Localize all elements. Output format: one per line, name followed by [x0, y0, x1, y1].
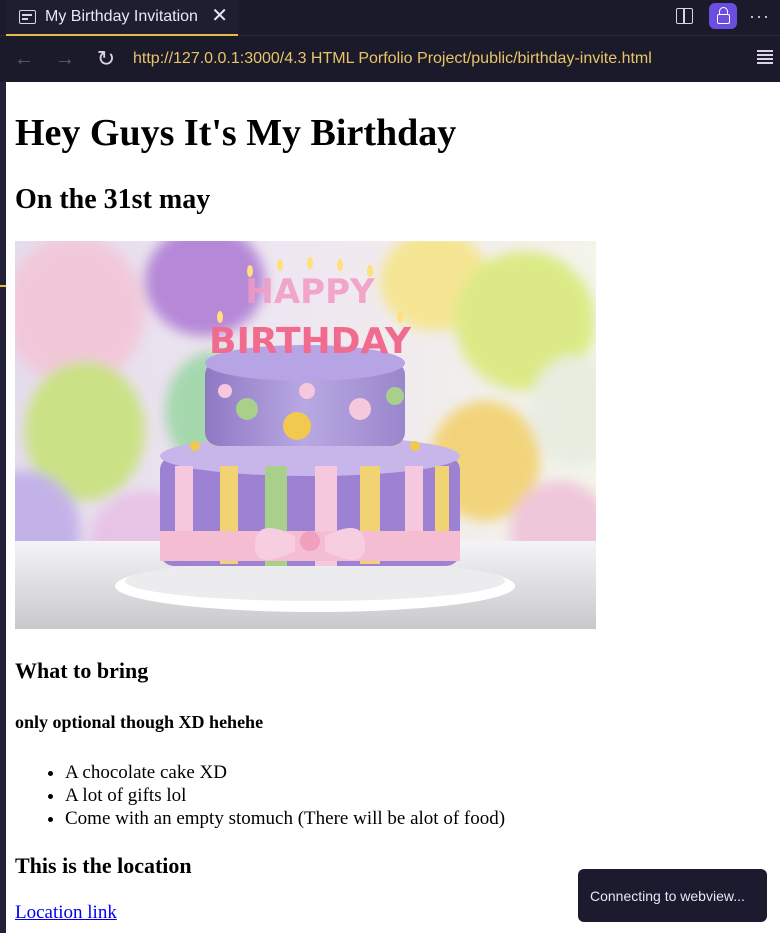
split-editor-icon[interactable] [676, 8, 694, 24]
location-link[interactable]: Location link [15, 902, 117, 924]
connecting-toast: Connecting to webview... [578, 869, 767, 922]
lock-button[interactable] [709, 3, 738, 29]
svg-text:BIRTHDAY: BIRTHDAY [209, 321, 412, 362]
webview: Hey Guys It's My Birthday On the 31st ma… [6, 82, 780, 933]
svg-text:HAPPY: HAPPY [245, 272, 375, 312]
address-bar: ← → ↻ http://127.0.0.1:3000/4.3 HTML Por… [0, 36, 780, 82]
back-arrow-icon[interactable]: ← [13, 48, 35, 71]
more-actions-icon[interactable]: ··· [749, 6, 770, 27]
location-heading: This is the location [15, 853, 192, 878]
list-item: Come with an empty stomuch (There will b… [65, 807, 505, 830]
date-heading: On the 31st may [15, 184, 211, 215]
list-item: A chocolate cake XD [65, 761, 505, 784]
toolbar-actions: ··· [676, 2, 770, 30]
bring-heading: What to bring [15, 658, 149, 683]
menu-icon[interactable] [757, 50, 773, 64]
tab-bar: My Birthday Invitation ✕ ··· [0, 0, 780, 36]
bring-note: only optional though XD hehehe [15, 712, 264, 732]
preview-icon [19, 10, 36, 24]
birthday-cake-image: HAPPY BIRTHDAY [15, 241, 596, 629]
tab-birthday-invitation[interactable]: My Birthday Invitation ✕ [6, 0, 238, 36]
forward-arrow-icon[interactable]: → [54, 48, 76, 71]
lock-icon [716, 6, 730, 24]
close-icon[interactable]: ✕ [211, 6, 228, 26]
url-field[interactable]: http://127.0.0.1:3000/4.3 HTML Porfolio … [133, 50, 652, 68]
page-heading: Hey Guys It's My Birthday [15, 112, 457, 154]
list-item: A lot of gifts lol [65, 784, 505, 807]
bring-list: A chocolate cake XD A lot of gifts lol C… [65, 761, 505, 830]
tab-title: My Birthday Invitation [45, 8, 198, 25]
reload-icon[interactable]: ↻ [95, 46, 117, 72]
